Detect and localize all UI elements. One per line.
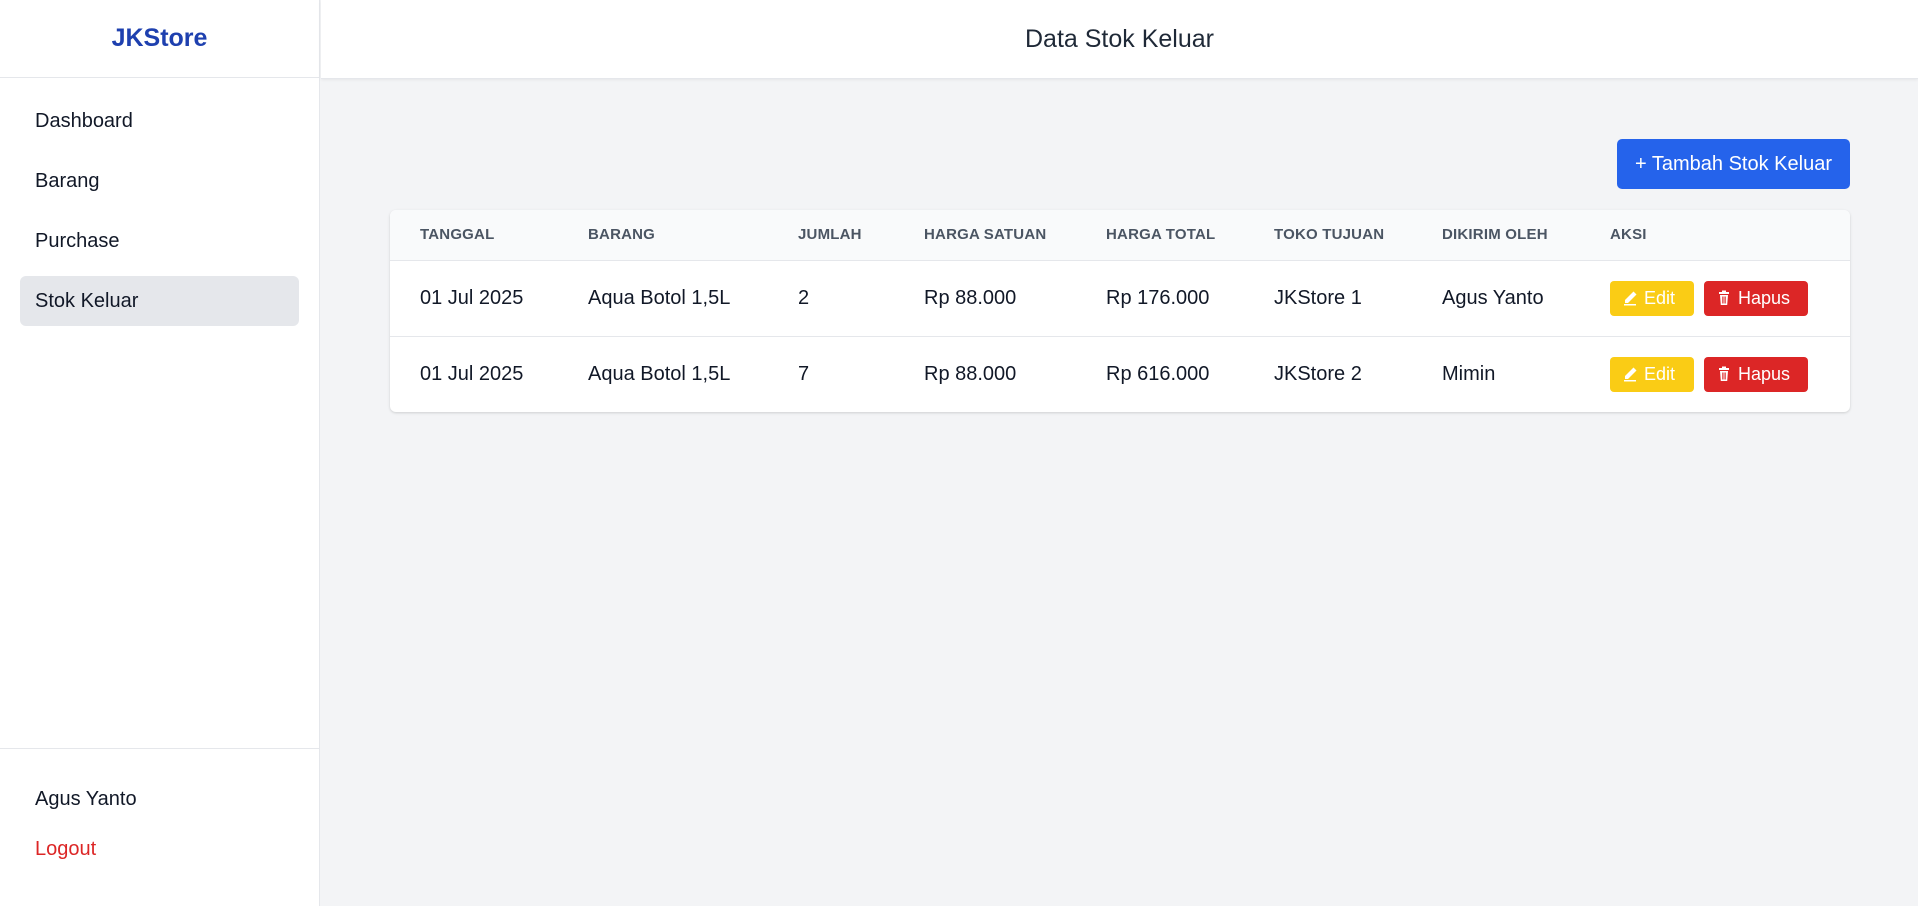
column-header-jumlah: Jumlah	[798, 226, 862, 244]
sidebar-item-dashboard[interactable]: Dashboard	[20, 96, 299, 146]
logout-link[interactable]: Logout	[35, 835, 285, 863]
edit-button[interactable]: Edit	[1610, 356, 1694, 392]
cell-harga-satuan: Rp 88.000	[924, 286, 1017, 309]
cell-jumlah: 7	[798, 362, 810, 385]
page-header: Data Stok Keluar	[321, 0, 1918, 79]
edit-button[interactable]: Edit	[1610, 280, 1694, 316]
cell-barang: Aqua Botol 1,5L	[588, 362, 731, 385]
delete-button[interactable]: Hapus	[1704, 356, 1808, 392]
cell-toko-tujuan: JKStore 1	[1274, 286, 1362, 309]
table-header-row: Tanggal Barang Jumlah Harga Satuan Harga…	[390, 210, 1850, 260]
row-actions: Edit Hapus	[1610, 280, 1850, 316]
cell-aksi: Edit Hapus	[1580, 260, 1850, 336]
table-row: 01 Jul 2025 Aqua Botol 1,5L 2 Rp 88.000 …	[390, 260, 1850, 336]
cell-barang: Aqua Botol 1,5L	[588, 286, 731, 309]
delete-label: Hapus	[1738, 363, 1791, 384]
edit-label: Edit	[1644, 363, 1676, 384]
sidebar: JKStore Dashboard Barang Purchase Stok K…	[0, 0, 320, 906]
stok-keluar-table: Tanggal Barang Jumlah Harga Satuan Harga…	[390, 210, 1850, 412]
delete-label: Hapus	[1738, 287, 1791, 308]
cell-jumlah: 2	[798, 286, 810, 309]
cell-dikirim-oleh: Agus Yanto	[1442, 286, 1544, 309]
cell-harga-total: Rp 616.000	[1106, 362, 1210, 385]
sidebar-item-stok-keluar[interactable]: Stok Keluar	[20, 276, 299, 326]
column-header-toko-tujuan: Toko Tujuan	[1274, 226, 1385, 244]
delete-button[interactable]: Hapus	[1704, 280, 1808, 316]
trash-icon	[1716, 290, 1732, 306]
cell-tanggal: 01 Jul 2025	[420, 362, 524, 385]
stok-keluar-table-card: Tanggal Barang Jumlah Harga Satuan Harga…	[390, 210, 1850, 412]
app-root: JKStore Dashboard Barang Purchase Stok K…	[0, 0, 1918, 906]
trash-icon	[1716, 366, 1732, 382]
page-title: Data Stok Keluar	[1025, 24, 1214, 53]
cell-aksi: Edit Hapus	[1580, 336, 1850, 412]
brand-logo[interactable]: JKStore	[0, 0, 319, 78]
column-header-harga-total: Harga Total	[1106, 226, 1216, 244]
column-header-dikirim-oleh: Dikirim Oleh	[1442, 226, 1548, 244]
sidebar-item-purchase[interactable]: Purchase	[20, 216, 299, 266]
sidebar-footer: Agus Yanto Logout	[0, 748, 320, 906]
column-header-tanggal: Tanggal	[420, 226, 495, 244]
table-row: 01 Jul 2025 Aqua Botol 1,5L 7 Rp 88.000 …	[390, 336, 1850, 412]
column-header-aksi: Aksi	[1610, 226, 1647, 244]
cell-dikirim-oleh: Mimin	[1442, 362, 1496, 385]
cell-harga-total: Rp 176.000	[1106, 286, 1210, 309]
current-user-name: Agus Yanto	[35, 788, 137, 810]
pencil-icon	[1622, 290, 1638, 306]
row-actions: Edit Hapus	[1610, 356, 1850, 392]
sidebar-nav: Dashboard Barang Purchase Stok Keluar	[0, 78, 319, 326]
cell-harga-satuan: Rp 88.000	[924, 362, 1017, 385]
column-header-barang: Barang	[588, 226, 656, 244]
pencil-icon	[1622, 366, 1638, 382]
edit-label: Edit	[1644, 287, 1676, 308]
sidebar-item-barang[interactable]: Barang	[20, 156, 299, 206]
add-stok-keluar-button[interactable]: + Tambah Stok Keluar	[1617, 139, 1850, 189]
cell-toko-tujuan: JKStore 2	[1274, 362, 1362, 385]
column-header-harga-satuan: Harga Satuan	[924, 226, 1047, 244]
cell-tanggal: 01 Jul 2025	[420, 286, 524, 309]
